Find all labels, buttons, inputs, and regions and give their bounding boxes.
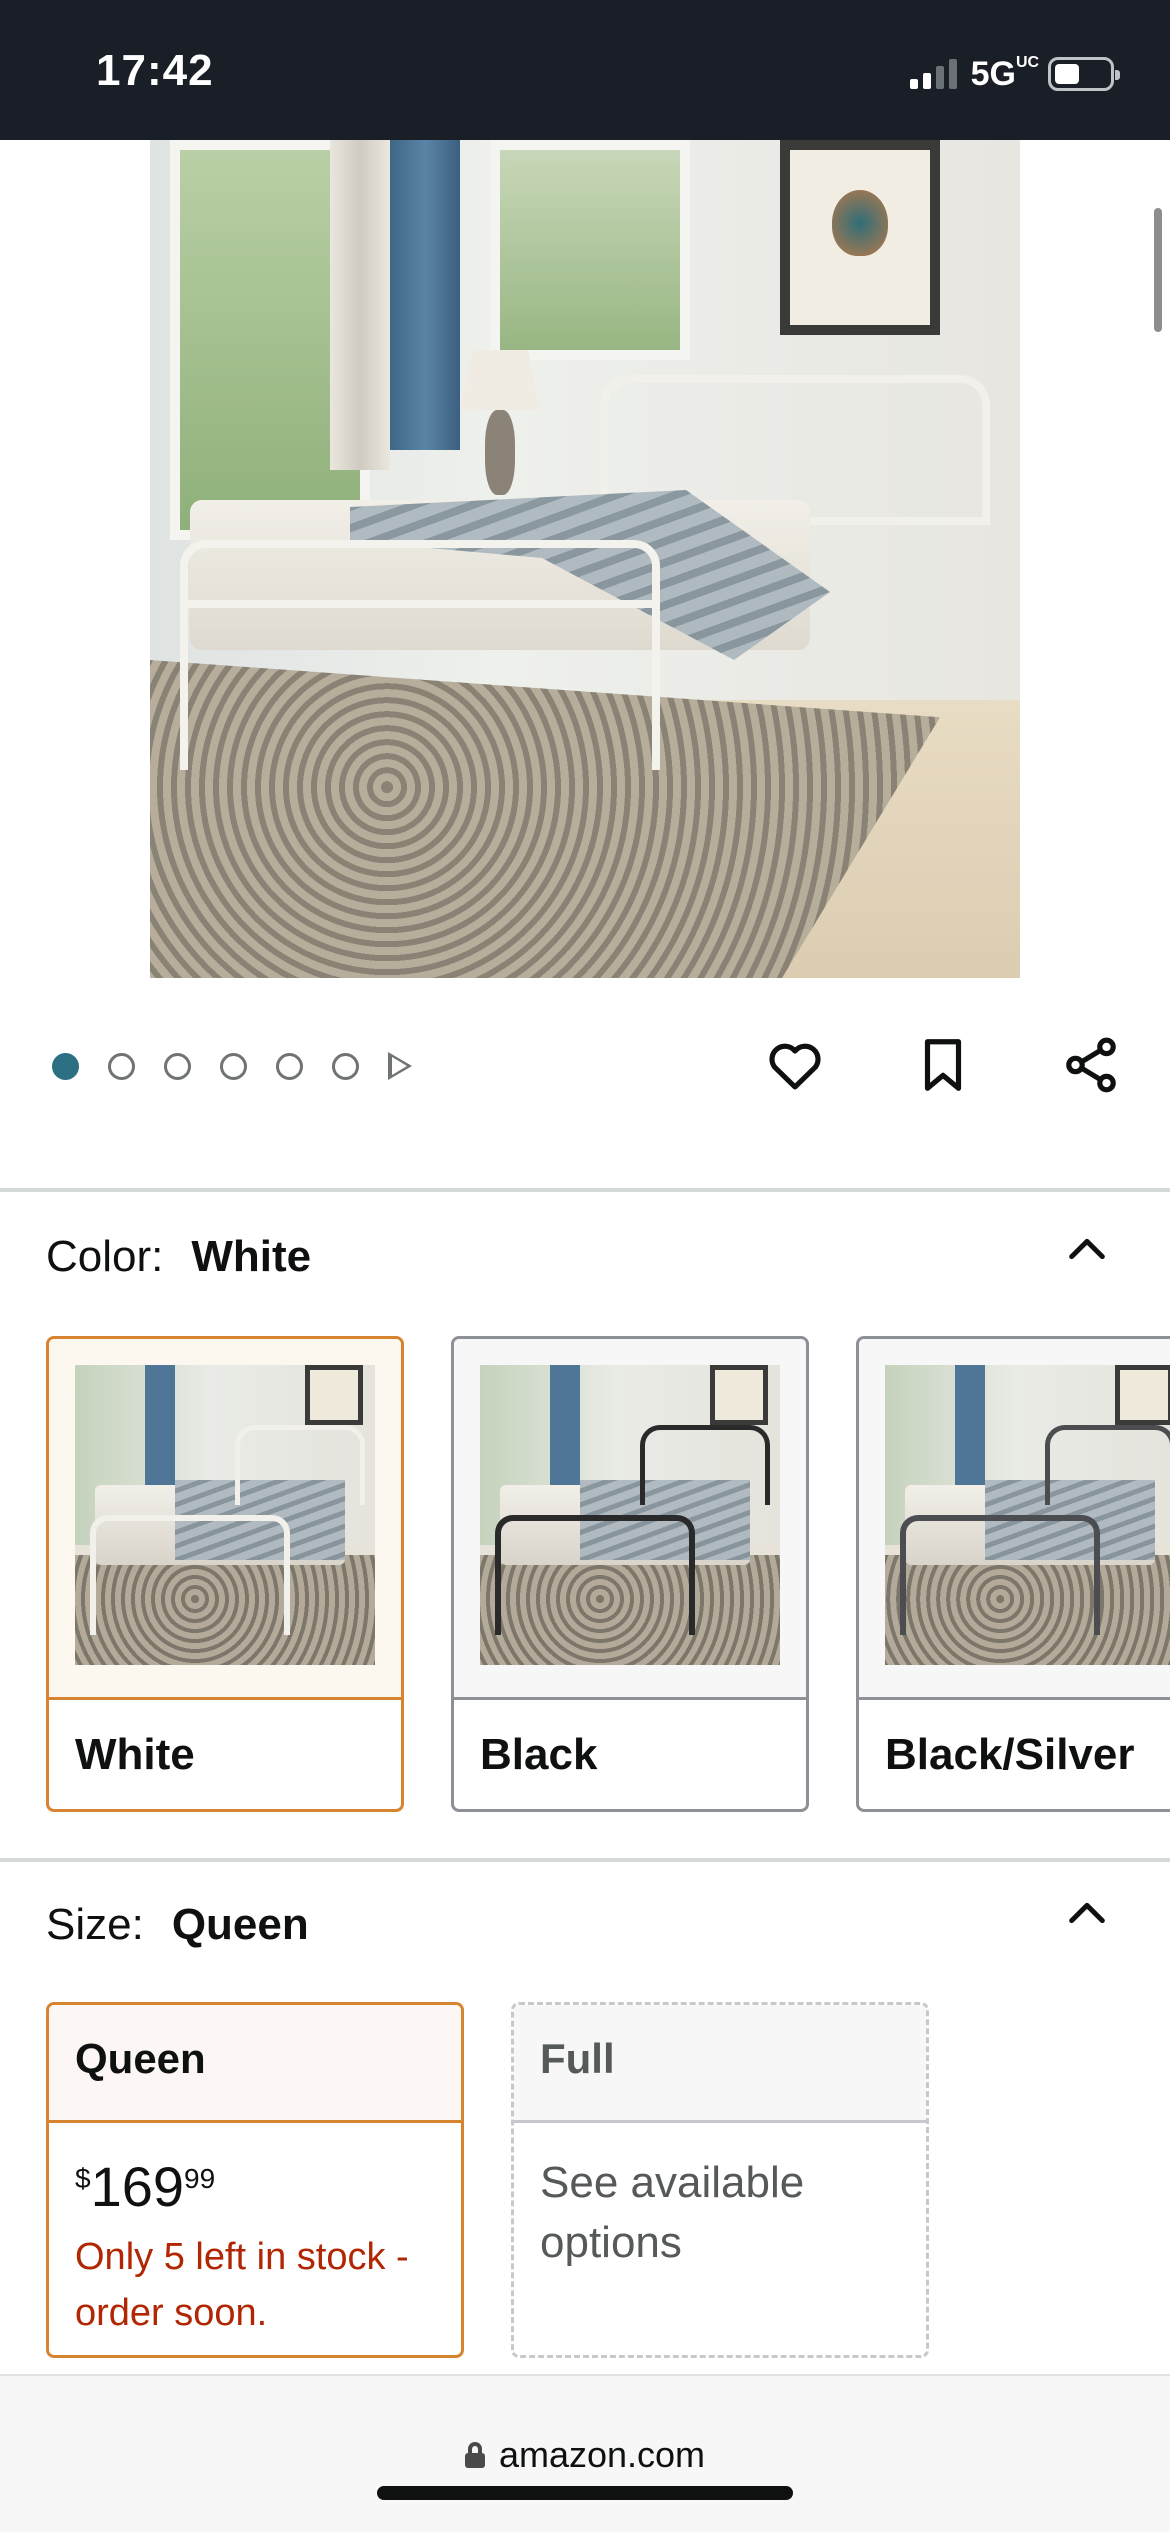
section-divider [0, 1858, 1170, 1862]
availability-text: See available options [540, 2158, 805, 2267]
chevron-up-icon [1069, 1238, 1105, 1260]
size-header: Size: Queen [46, 1900, 309, 1950]
status-time: 17:42 [96, 46, 214, 95]
size-option-queen[interactable]: Queen $ 169 99 Only 5 left in stock - or… [46, 2002, 464, 2358]
color-option-label: Black [454, 1697, 806, 1809]
size-collapse-button[interactable] [1064, 1890, 1110, 1936]
url-text: amazon.com [498, 2434, 706, 2475]
section-divider [0, 1188, 1170, 1192]
wall-picture [780, 140, 940, 335]
carousel-dot-6[interactable] [332, 1052, 359, 1080]
status-bar: 17:42 5GUC [0, 0, 1170, 140]
scroll-indicator [1154, 208, 1162, 332]
color-header: Color: White [46, 1232, 311, 1282]
color-option-black[interactable]: Black [451, 1336, 809, 1812]
color-option-white[interactable]: White [46, 1336, 404, 1812]
chevron-up-icon [1069, 1902, 1105, 1924]
size-option-label: Queen [49, 2005, 461, 2123]
color-selected-value: White [191, 1232, 312, 1281]
size-label: Size: [46, 1900, 144, 1949]
image-carousel-dots[interactable] [52, 1052, 412, 1080]
share-button[interactable] [1058, 1030, 1124, 1100]
play-video-icon[interactable] [388, 1052, 412, 1080]
stock-warning: Only 5 left in stock - order soon. [75, 2236, 409, 2334]
size-option-label: Full [514, 2005, 926, 2123]
color-option-label: Black/Silver [859, 1697, 1170, 1809]
color-option-black-silver[interactable]: Black/Silver [856, 1336, 1170, 1812]
color-thumbnail [75, 1365, 375, 1665]
carousel-dot-5[interactable] [276, 1052, 303, 1080]
share-icon [1066, 1037, 1116, 1093]
product-main-image[interactable] [150, 140, 1020, 978]
color-collapse-button[interactable] [1064, 1226, 1110, 1272]
browser-address-bar[interactable]: amazon.com [0, 2374, 1170, 2532]
color-thumbnail [480, 1365, 780, 1665]
save-button[interactable] [910, 1030, 976, 1100]
home-indicator[interactable] [377, 2486, 793, 2500]
heart-icon [769, 1043, 821, 1090]
carousel-dot-3[interactable] [164, 1052, 191, 1080]
price: $ 169 99 [75, 2155, 216, 2218]
carousel-dot-1[interactable] [52, 1052, 79, 1080]
size-option-full[interactable]: Full See available options [511, 2002, 929, 2358]
size-selected-value: Queen [171, 1900, 309, 1949]
color-option-label: White [49, 1697, 401, 1809]
carousel-dot-2[interactable] [108, 1052, 135, 1080]
lock-icon [464, 2442, 485, 2468]
product-actions [762, 1030, 1124, 1100]
carousel-dot-4[interactable] [220, 1052, 247, 1080]
color-label: Color: [46, 1232, 164, 1281]
battery-icon [1048, 57, 1120, 91]
wishlist-button[interactable] [762, 1030, 828, 1100]
status-icons: 5GUC [909, 53, 1120, 93]
network-type: 5GUC [970, 53, 1040, 93]
cellular-signal-icon [909, 59, 957, 89]
bookmark-icon [924, 1039, 962, 1091]
color-thumbnail [885, 1365, 1170, 1665]
